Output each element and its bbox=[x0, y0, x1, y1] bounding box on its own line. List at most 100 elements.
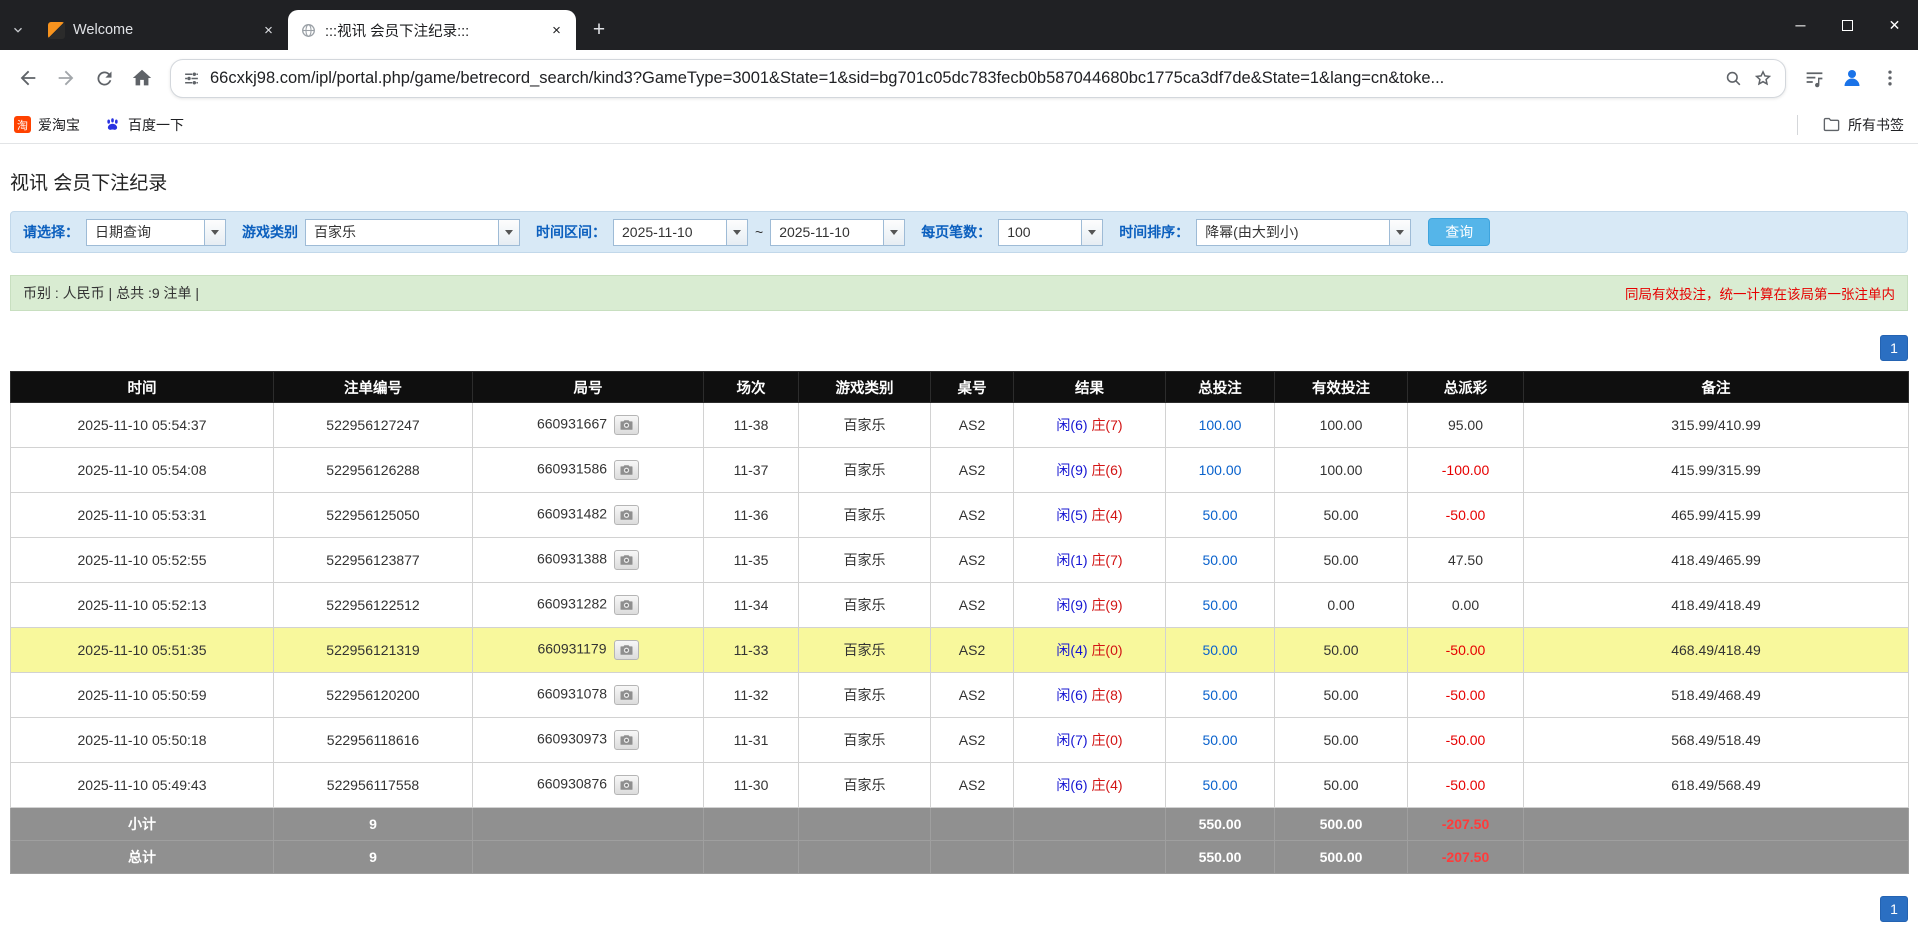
browser-tab-betrecord[interactable]: :::视讯 会员下注纪录::: × bbox=[288, 10, 576, 50]
subtotal-payout: -207.50 bbox=[1408, 808, 1524, 841]
bookmark-aitaobao[interactable]: 淘 爱淘宝 bbox=[14, 115, 80, 135]
address-bar[interactable]: 66cxkj98.com/ipl/portal.php/game/betreco… bbox=[170, 59, 1786, 98]
game-type-value: 百家乐 bbox=[306, 222, 498, 242]
cell-session: 11-34 bbox=[704, 583, 799, 628]
site-info-icon[interactable] bbox=[183, 70, 200, 87]
search-button[interactable]: 查询 bbox=[1428, 218, 1490, 246]
cell-result: 闲(7) 庄(0) bbox=[1014, 718, 1166, 763]
table-row: 2025-11-10 05:52:13 522956122512 6609312… bbox=[11, 583, 1909, 628]
home-button[interactable] bbox=[124, 60, 160, 96]
chevron-down-icon[interactable] bbox=[883, 220, 904, 245]
reload-button[interactable] bbox=[86, 60, 122, 96]
cell-bet-id: 522956122512 bbox=[274, 583, 473, 628]
cell-game-type: 百家乐 bbox=[799, 718, 931, 763]
cell-total-bet[interactable]: 50.00 bbox=[1166, 763, 1275, 808]
page-1-button[interactable]: 1 bbox=[1880, 335, 1908, 361]
date-from-select[interactable]: 2025-11-10 bbox=[613, 219, 748, 246]
total-total-bet: 550.00 bbox=[1166, 841, 1275, 874]
url-text[interactable]: 66cxkj98.com/ipl/portal.php/game/betreco… bbox=[210, 69, 1714, 88]
round-id: 660930876 bbox=[537, 776, 607, 792]
view-video-button[interactable] bbox=[614, 415, 639, 435]
profile-avatar[interactable] bbox=[1834, 60, 1870, 96]
cell-bet-id: 522956127247 bbox=[274, 403, 473, 448]
banker-result: 庄(0) bbox=[1091, 732, 1122, 748]
table-row: 2025-11-10 05:53:31 522956125050 6609314… bbox=[11, 493, 1909, 538]
query-type-select[interactable]: 日期查询 bbox=[86, 219, 226, 246]
cell-payout: 95.00 bbox=[1408, 403, 1524, 448]
cell-total-bet[interactable]: 100.00 bbox=[1166, 448, 1275, 493]
maximize-button[interactable] bbox=[1824, 0, 1871, 50]
view-video-button[interactable] bbox=[614, 505, 639, 525]
cell-total-bet[interactable]: 50.00 bbox=[1166, 538, 1275, 583]
view-video-button[interactable] bbox=[614, 550, 639, 570]
round-id: 660931586 bbox=[537, 461, 607, 477]
cell-total-bet[interactable]: 50.00 bbox=[1166, 718, 1275, 763]
cell-payout: 47.50 bbox=[1408, 538, 1524, 583]
browser-tab-welcome[interactable]: Welcome × bbox=[36, 10, 288, 50]
page-1-button[interactable]: 1 bbox=[1880, 896, 1908, 922]
cell-session: 11-36 bbox=[704, 493, 799, 538]
sort-select[interactable]: 降幂(由大到小) bbox=[1196, 219, 1411, 246]
cell-time: 2025-11-10 05:52:55 bbox=[11, 538, 274, 583]
cell-total-bet[interactable]: 50.00 bbox=[1166, 493, 1275, 538]
chevron-down-icon[interactable] bbox=[498, 220, 519, 245]
chevron-down-icon[interactable] bbox=[1081, 220, 1102, 245]
cell-result: 闲(4) 庄(0) bbox=[1014, 628, 1166, 673]
player-result: 闲(5) bbox=[1056, 507, 1087, 523]
cell-note: 468.49/418.49 bbox=[1524, 628, 1909, 673]
zoom-icon[interactable] bbox=[1724, 69, 1743, 88]
view-video-button[interactable] bbox=[614, 730, 639, 750]
cell-round: 660931482 bbox=[473, 493, 704, 538]
table-row: 2025-11-10 05:54:37 522956127247 6609316… bbox=[11, 403, 1909, 448]
baidu-paw-icon bbox=[104, 116, 121, 133]
bet-table-head-row: 时间注单编号局号场次游戏类别桌号结果总投注有效投注总派彩备注 bbox=[11, 372, 1909, 403]
back-button[interactable] bbox=[10, 60, 46, 96]
chevron-down-icon[interactable] bbox=[726, 220, 747, 245]
new-tab-button[interactable]: + bbox=[584, 15, 614, 45]
date-to-select[interactable]: 2025-11-10 bbox=[770, 219, 905, 246]
cell-game-type: 百家乐 bbox=[799, 763, 931, 808]
banker-result: 庄(8) bbox=[1091, 687, 1122, 703]
table-row: 2025-11-10 05:50:59 522956120200 6609310… bbox=[11, 673, 1909, 718]
cell-time: 2025-11-10 05:53:31 bbox=[11, 493, 274, 538]
cell-table-no: AS2 bbox=[931, 583, 1014, 628]
view-video-button[interactable] bbox=[614, 595, 639, 615]
subtotal-total-bet: 550.00 bbox=[1166, 808, 1275, 841]
cell-game-type: 百家乐 bbox=[799, 403, 931, 448]
bookmark-baidu[interactable]: 百度一下 bbox=[104, 115, 184, 135]
media-controls-icon[interactable] bbox=[1796, 60, 1832, 96]
minimize-button[interactable]: ─ bbox=[1777, 0, 1824, 50]
close-window-button[interactable]: ✕ bbox=[1871, 0, 1918, 50]
bookmark-star-icon[interactable] bbox=[1753, 68, 1773, 88]
cell-total-bet[interactable]: 50.00 bbox=[1166, 583, 1275, 628]
empty-cell bbox=[473, 841, 704, 874]
view-video-button[interactable] bbox=[614, 640, 639, 660]
chevron-down-icon[interactable] bbox=[1389, 220, 1410, 245]
cell-total-bet[interactable]: 50.00 bbox=[1166, 673, 1275, 718]
browser-menu-icon[interactable] bbox=[1872, 60, 1908, 96]
cell-total-bet[interactable]: 50.00 bbox=[1166, 628, 1275, 673]
column-header: 注单编号 bbox=[274, 372, 473, 403]
empty-cell bbox=[1524, 808, 1909, 841]
cell-payout: -50.00 bbox=[1408, 763, 1524, 808]
view-video-button[interactable] bbox=[614, 775, 639, 795]
tab-close-icon[interactable]: × bbox=[547, 21, 566, 40]
cell-bet-id: 522956125050 bbox=[274, 493, 473, 538]
all-bookmarks-button[interactable]: 所有书签 bbox=[1822, 115, 1904, 135]
page-size-select[interactable]: 100 bbox=[998, 219, 1103, 246]
cell-total-bet[interactable]: 100.00 bbox=[1166, 403, 1275, 448]
forward-button[interactable] bbox=[48, 60, 84, 96]
empty-cell bbox=[799, 841, 931, 874]
cell-valid-bet: 100.00 bbox=[1275, 403, 1408, 448]
player-result: 闲(6) bbox=[1056, 417, 1087, 433]
cell-game-type: 百家乐 bbox=[799, 493, 931, 538]
chevron-down-icon[interactable] bbox=[204, 220, 225, 245]
empty-cell bbox=[931, 841, 1014, 874]
game-type-select[interactable]: 百家乐 bbox=[305, 219, 520, 246]
tab-close-icon[interactable]: × bbox=[259, 21, 278, 40]
view-video-button[interactable] bbox=[614, 460, 639, 480]
globe-icon bbox=[300, 22, 317, 39]
tab-search-chevron-icon[interactable] bbox=[0, 10, 36, 50]
taobao-icon: 淘 bbox=[14, 116, 31, 133]
view-video-button[interactable] bbox=[614, 685, 639, 705]
